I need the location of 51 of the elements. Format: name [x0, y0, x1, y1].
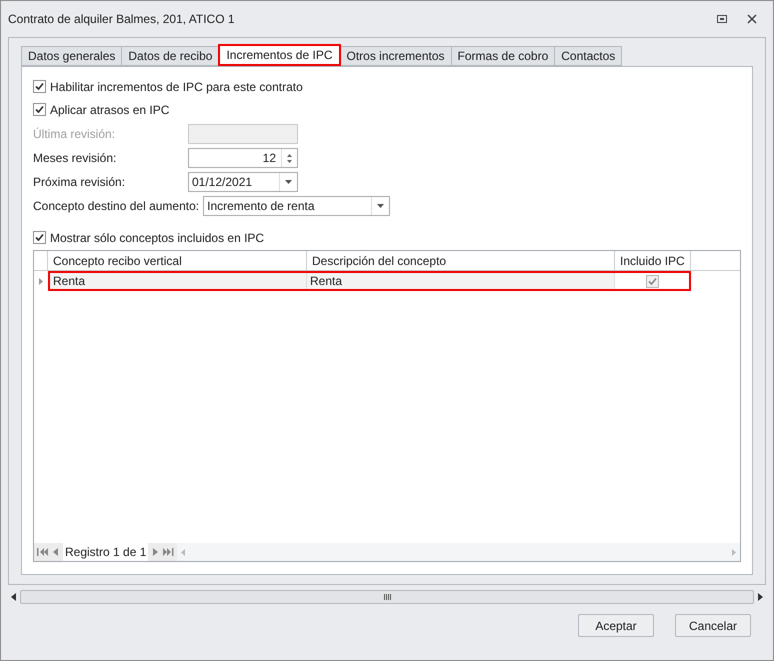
field-label: Concepto destino del aumento: [33, 198, 200, 215]
checkbox[interactable] [646, 274, 658, 288]
field-value: Incremento de renta [206, 198, 316, 215]
field-value: 01/12/2021 [191, 174, 254, 191]
left-arrow-icon[interactable] [11, 593, 16, 601]
right-arrow-icon[interactable] [758, 593, 763, 601]
record-counter: Registro 1 de 1 [63, 543, 148, 561]
down-arrow-icon [287, 160, 292, 162]
tab[interactable]: Datos generales [21, 46, 122, 66]
column-header[interactable]: Concepto recibo vertical [48, 251, 307, 270]
previous-record-icon[interactable] [53, 548, 58, 556]
checkmark-icon [35, 105, 44, 114]
dialog-button[interactable]: Cancelar [675, 614, 751, 637]
checkmark-icon [648, 276, 656, 286]
field-label: Meses revisión: [33, 150, 118, 167]
grip-icon [384, 594, 390, 600]
tab[interactable]: Datos de recibo [121, 46, 220, 66]
checkbox-label: Aplicar atrasos en IPC [50, 102, 170, 118]
table-row[interactable]: Renta Renta [48, 271, 691, 291]
tab[interactable]: Formas de cobro [450, 46, 556, 66]
checkmark-icon [35, 233, 44, 242]
checkmark-icon [35, 82, 44, 91]
tab[interactable]: Contactos [554, 46, 622, 66]
first-record-icon[interactable] [37, 548, 48, 556]
spin-field[interactable]: 12 [188, 148, 298, 168]
up-arrow-icon [287, 154, 292, 156]
column-header[interactable]: Descripción del concepto [307, 251, 615, 270]
scrollbar-thumb[interactable] [20, 590, 754, 604]
window-title: Contrato de alquiler Balmes, 201, ATICO 1 [8, 11, 236, 28]
checkbox[interactable] [33, 231, 46, 244]
caret-icon [285, 180, 292, 184]
checkbox[interactable] [33, 103, 46, 116]
dropdown-field[interactable]: Incremento de renta [203, 196, 390, 216]
date-field[interactable]: 01/12/2021 [188, 172, 298, 192]
column-header[interactable]: Incluido IPC [615, 251, 691, 270]
tab[interactable]: Otros incrementos [340, 46, 452, 66]
next-record-icon[interactable] [153, 548, 158, 556]
dialog-button[interactable]: Aceptar [578, 614, 654, 637]
checkbox-label: Habilitar incrementos de IPC para este contrato [50, 78, 303, 96]
table-cell: Renta [50, 273, 307, 289]
close-icon[interactable] [747, 14, 757, 24]
tab[interactable]: Incrementos de IPC [218, 44, 340, 66]
row-indicator-icon [39, 278, 43, 284]
field-label: Última revisión: [33, 126, 116, 143]
last-record-icon[interactable] [163, 548, 174, 556]
field-label: Próxima revisión: [33, 174, 126, 191]
field-value: 12 [262, 150, 277, 167]
restore-icon[interactable] [717, 15, 727, 23]
checkbox[interactable] [33, 80, 46, 93]
checkbox-label: Mostrar sólo conceptos incluidos en IPC [50, 230, 264, 246]
caret-icon [377, 204, 384, 208]
